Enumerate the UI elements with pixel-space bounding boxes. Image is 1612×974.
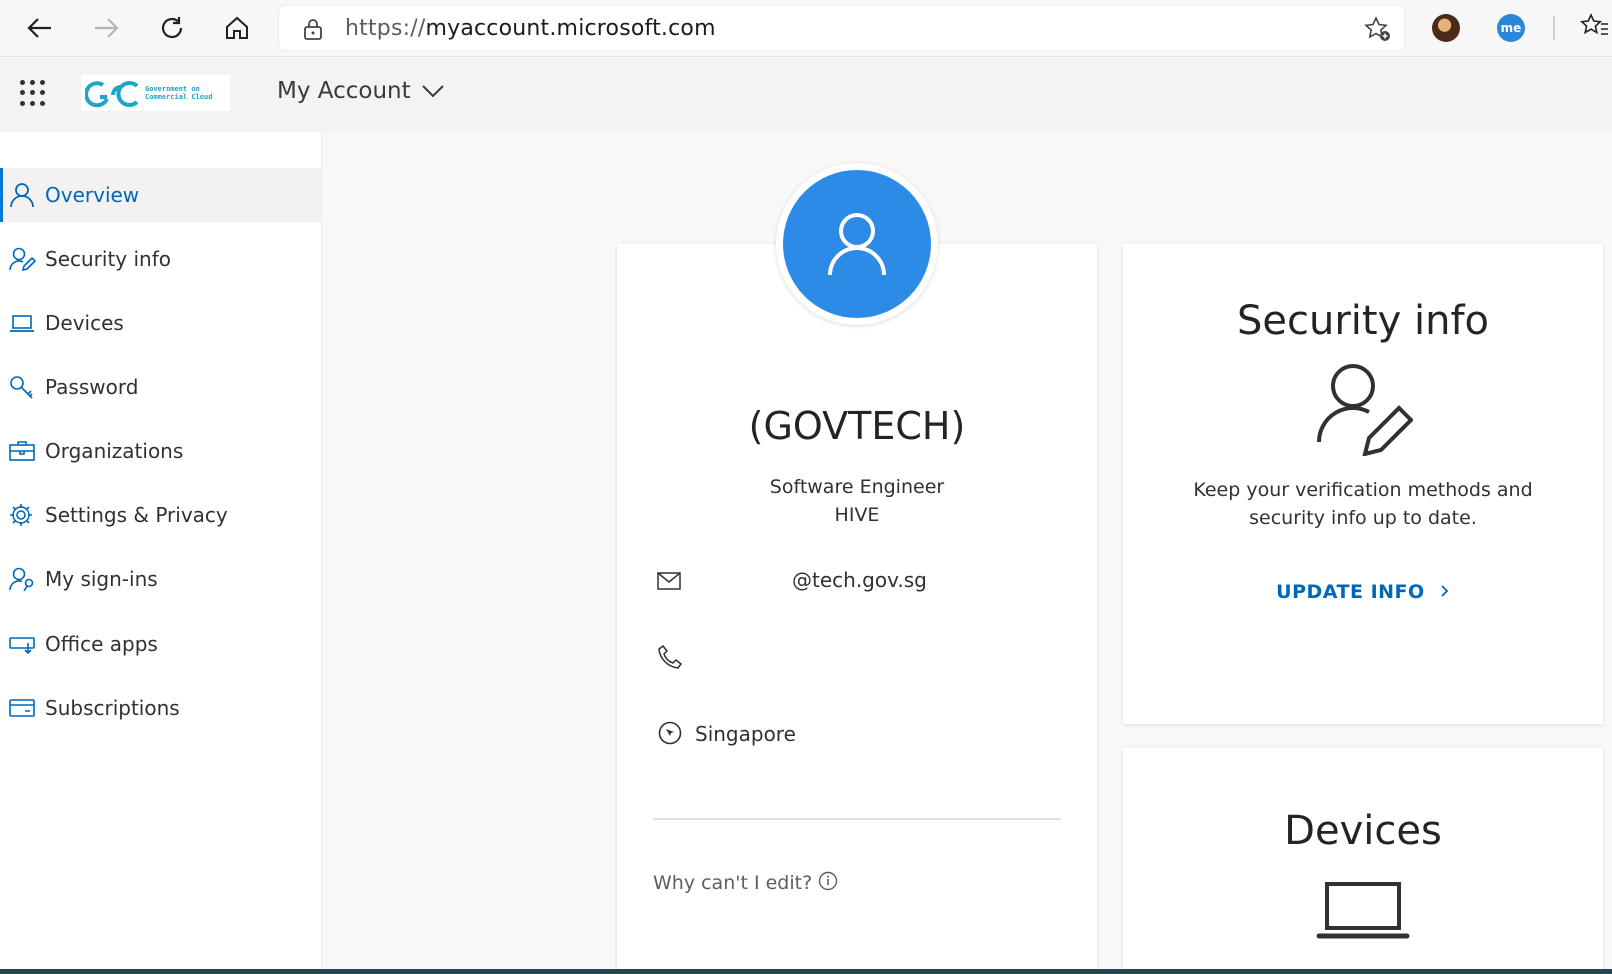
profile-location: Singapore: [695, 722, 796, 746]
laptop-icon: [1316, 882, 1410, 939]
taskbar-edge: [0, 969, 1612, 974]
my-account-menu[interactable]: My Account: [277, 78, 445, 104]
profile-job-title: Software Engineer: [769, 476, 945, 498]
profile-avatar-icon[interactable]: me: [1497, 14, 1525, 42]
profile-email: @tech.gov.sg: [792, 568, 927, 592]
favorites-icon[interactable]: [1580, 12, 1608, 40]
sidebar-item-password[interactable]: Password: [0, 360, 321, 414]
logo-text: Government on Commercial Cloud: [145, 85, 213, 101]
location-icon: [658, 721, 682, 745]
app-launcher-icon[interactable]: [20, 80, 46, 106]
sidebar-item-label: Office apps: [45, 632, 158, 656]
back-arrow-icon: [27, 18, 51, 38]
address-bar[interactable]: https://myaccount.microsoft.com: [279, 6, 1404, 50]
card-icon: [9, 699, 35, 717]
chevron-down-icon: [421, 85, 444, 98]
lock-icon: [304, 19, 322, 40]
back-button[interactable]: [20, 8, 60, 48]
avatar-circle: [783, 170, 931, 318]
sidebar-item-settings-privacy[interactable]: Settings & Privacy: [0, 488, 321, 542]
chevron-right-icon: [1441, 585, 1449, 597]
sidebar-item-label: Settings & Privacy: [45, 503, 228, 527]
refresh-icon: [161, 17, 183, 39]
home-icon: [226, 16, 248, 39]
laptop-icon: [10, 315, 34, 332]
profile-avatar[interactable]: [776, 163, 938, 325]
briefcase-icon: [9, 441, 35, 461]
devices-card: Devices: [1123, 748, 1603, 974]
security-info-card: Security info Keep your verification met…: [1123, 244, 1603, 724]
goc-logo-icon: [85, 81, 139, 108]
gear-icon: [10, 504, 32, 526]
sidebar-item-office-apps[interactable]: Office apps: [0, 617, 321, 671]
forward-button[interactable]: [86, 8, 126, 48]
sidebar-item-organizations[interactable]: Organizations: [0, 424, 321, 478]
profile-divider: [653, 818, 1061, 820]
url-text: https://myaccount.microsoft.com: [345, 16, 716, 41]
info-icon: [818, 871, 838, 891]
person-pen-icon: [1317, 364, 1413, 456]
profile-card: (GOVTECH) Software Engineer HIVE @tech.g…: [617, 244, 1097, 974]
extension-avatar-icon[interactable]: [1432, 14, 1460, 42]
app-header: Government on Commercial Cloud My Accoun…: [0, 58, 1612, 132]
sidebar-item-label: Overview: [45, 183, 140, 207]
sidebar-item-my-sign-ins[interactable]: My sign-ins: [0, 552, 321, 606]
sidebar-item-label: Password: [45, 375, 139, 399]
person-icon: [828, 213, 886, 276]
key-icon: [10, 376, 33, 399]
mail-icon: [657, 572, 681, 590]
person-icon: [10, 183, 34, 208]
profile-name: (GOVTECH): [748, 404, 966, 448]
why-cant-edit-link[interactable]: Why can't I edit?: [653, 871, 838, 894]
update-info-label: UPDATE INFO: [1276, 581, 1425, 603]
app-title: My Account: [277, 78, 411, 104]
phone-icon: [658, 644, 683, 669]
sidebar-item-devices[interactable]: Devices: [0, 296, 321, 350]
sidebar-item-label: Organizations: [45, 439, 184, 463]
update-info-link[interactable]: UPDATE INFO: [1123, 581, 1603, 603]
add-favorite-icon[interactable]: [1364, 15, 1392, 43]
download-icon: [9, 637, 35, 655]
sidebar-item-overview[interactable]: Overview: [0, 168, 321, 222]
organization-logo[interactable]: Government on Commercial Cloud: [81, 75, 230, 111]
sidebar-item-subscriptions[interactable]: Subscriptions: [0, 681, 321, 735]
home-button[interactable]: [217, 8, 257, 48]
profile-badge-text: me: [1500, 21, 1522, 35]
person-key-icon: [9, 567, 34, 592]
security-info-description: Keep your verification methods and secur…: [1193, 479, 1533, 529]
sidebar-item-label: My sign-ins: [45, 567, 158, 591]
sidebar-nav: Overview Security info Devices Password …: [0, 132, 322, 974]
sidebar-item-security-info[interactable]: Security info: [0, 232, 321, 286]
browser-toolbar: https://myaccount.microsoft.com me: [0, 0, 1612, 57]
sidebar-item-label: Subscriptions: [45, 696, 180, 720]
refresh-button[interactable]: [152, 8, 192, 48]
sidebar-item-label: Devices: [45, 311, 124, 335]
devices-title: Devices: [1284, 808, 1442, 854]
person-pen-icon: [9, 247, 36, 272]
sidebar-item-label: Security info: [45, 247, 171, 271]
forward-arrow-icon: [95, 18, 119, 38]
security-info-title: Security info: [1237, 298, 1489, 344]
toolbar-divider: [1553, 16, 1555, 40]
profile-department: HIVE: [834, 504, 880, 526]
why-cant-edit-label: Why can't I edit?: [653, 872, 813, 894]
